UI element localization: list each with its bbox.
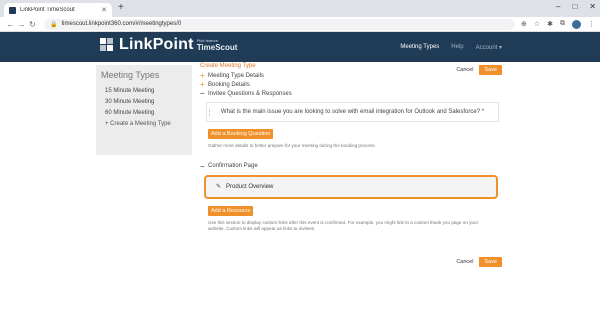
- extensions-icon[interactable]: ✱: [547, 20, 553, 28]
- logo-text: LinkPoint: [119, 36, 194, 53]
- question-text: What is the main issue you are looking t…: [220, 109, 485, 115]
- question-card[interactable]: What is the main issue you are looking t…: [206, 102, 499, 122]
- add-resource-help: Use this section to display custom links…: [208, 220, 502, 233]
- resource-item[interactable]: ✎ Product Overview: [204, 174, 498, 199]
- new-tab-button[interactable]: +: [118, 2, 124, 13]
- toolbar-icons: ⊕ ☆ ✱ ⧉ ⋮: [521, 19, 595, 29]
- main-content: Create Meeting Type Cancel Save + Meetin…: [200, 63, 502, 267]
- pencil-icon[interactable]: ✎: [216, 183, 221, 190]
- app-header: LinkPoint Pilot feature TimeScout Meetin…: [0, 32, 600, 62]
- bottom-actions: Cancel Save: [456, 257, 502, 267]
- top-actions: Cancel Save: [456, 65, 502, 75]
- tab-title: LinkPoint TimeScout: [20, 7, 75, 13]
- expand-icon: +: [200, 80, 205, 89]
- favicon-icon: [9, 6, 16, 14]
- section-booking-details[interactable]: + Booking Details: [200, 80, 502, 89]
- logo-product: TimeScout: [196, 43, 238, 52]
- reload-icon[interactable]: ↻: [27, 20, 38, 29]
- browser-toolbar: ← → ↻ 🔒 timescout.linkpoint360.com/#/mee…: [0, 17, 600, 32]
- header-nav: Meeting Types Help Account ▾: [400, 32, 502, 62]
- nav-help[interactable]: Help: [451, 44, 463, 50]
- add-resource-button[interactable]: Add a Resource: [208, 205, 254, 216]
- section-confirmation-page[interactable]: − Confirmation Page: [200, 162, 502, 171]
- sidebar-item-30-minute[interactable]: 30 Minute Meeting: [101, 97, 187, 108]
- section-label: Meeting Type Details: [208, 72, 264, 79]
- section-label: Booking Details: [208, 81, 250, 88]
- expand-icon: +: [200, 71, 205, 80]
- maximize-icon[interactable]: □: [572, 2, 577, 11]
- save-button[interactable]: Save: [479, 65, 502, 75]
- logo-mark-icon: [100, 38, 114, 52]
- window-controls: – □ ✕: [556, 2, 596, 11]
- sidebar-item-create[interactable]: + Create a Meeting Type: [101, 119, 187, 130]
- url-text: timescout.linkpoint360.com/#/meetingtype…: [61, 21, 182, 27]
- nav-account[interactable]: Account ▾: [476, 44, 502, 51]
- collapse-icon: −: [200, 89, 205, 98]
- cancel-button[interactable]: Cancel: [456, 67, 473, 73]
- save-button-bottom[interactable]: Save: [479, 257, 502, 267]
- sidebar-title: Meeting Types: [101, 70, 160, 80]
- zoom-icon[interactable]: ⊕: [521, 20, 527, 28]
- forward-icon[interactable]: →: [16, 20, 27, 29]
- close-window-icon[interactable]: ✕: [589, 2, 596, 11]
- nav-meeting-types[interactable]: Meeting Types: [400, 44, 439, 50]
- browser-tab[interactable]: LinkPoint TimeScout ✕: [4, 3, 112, 17]
- section-label: Invitee Questions & Responses: [208, 90, 292, 97]
- section-invitee-questions[interactable]: − Invitee Questions & Responses: [200, 89, 502, 98]
- sidebar: Meeting Types 15 Minute Meeting 30 Minut…: [96, 65, 192, 155]
- sidebar-item-60-minute[interactable]: 60 Minute Meeting: [101, 108, 187, 119]
- menu-icon[interactable]: ⋮: [588, 20, 595, 28]
- sidebar-item-15-minute[interactable]: 15 Minute Meeting: [101, 86, 187, 97]
- help-line: website. Custom links will appear as lin…: [208, 226, 316, 231]
- resource-title: Product Overview: [226, 183, 274, 190]
- cancel-button-bottom[interactable]: Cancel: [456, 259, 473, 265]
- close-tab-icon[interactable]: ✕: [101, 6, 107, 14]
- star-icon[interactable]: ☆: [534, 20, 540, 28]
- puzzle-icon[interactable]: ⧉: [560, 20, 565, 28]
- lock-icon: 🔒: [50, 21, 58, 28]
- back-icon[interactable]: ←: [5, 20, 16, 29]
- profile-avatar[interactable]: [572, 19, 581, 29]
- drag-handle-icon[interactable]: [209, 109, 211, 116]
- minimize-icon[interactable]: –: [556, 2, 560, 11]
- collapse-icon: −: [200, 161, 205, 171]
- logo[interactable]: LinkPoint Pilot feature TimeScout: [100, 36, 237, 54]
- address-bar[interactable]: 🔒 timescout.linkpoint360.com/#/meetingty…: [44, 18, 515, 30]
- browser-tab-strip: LinkPoint TimeScout ✕ + – □ ✕: [0, 0, 600, 17]
- section-label: Confirmation Page: [208, 163, 258, 169]
- add-booking-question-button[interactable]: Add a Booking Question: [208, 129, 274, 139]
